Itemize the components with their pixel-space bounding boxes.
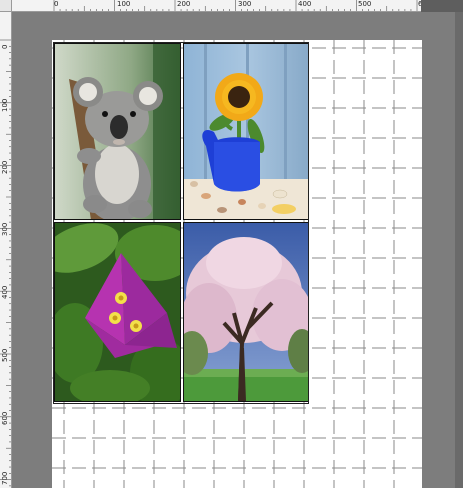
sunflower-photo[interactable] <box>183 43 309 220</box>
vertical-ruler: 0 100 200 300 400 500 600 700 <box>0 12 12 488</box>
print-layout-window: 0 100 200 300 400 500 600 0 100 200 300 … <box>0 0 463 488</box>
vertical-scrollbar[interactable] <box>455 12 463 488</box>
horizontal-ruler: 0 100 200 300 400 500 600 <box>12 0 463 12</box>
koala-photo[interactable] <box>54 43 181 220</box>
ruler-end-cap <box>421 0 463 12</box>
bougainvillea-photo[interactable] <box>54 222 181 402</box>
cherry-tree-photo[interactable] <box>183 222 309 402</box>
ruler-ticks <box>53 0 460 11</box>
bougainvillea-photo-image <box>55 223 180 401</box>
ruler-ticks <box>0 39 11 487</box>
ruler-corner <box>0 0 12 12</box>
cherry-tree-photo-image <box>184 223 308 401</box>
koala-photo-image <box>55 44 180 219</box>
sunflower-photo-image <box>184 44 308 219</box>
